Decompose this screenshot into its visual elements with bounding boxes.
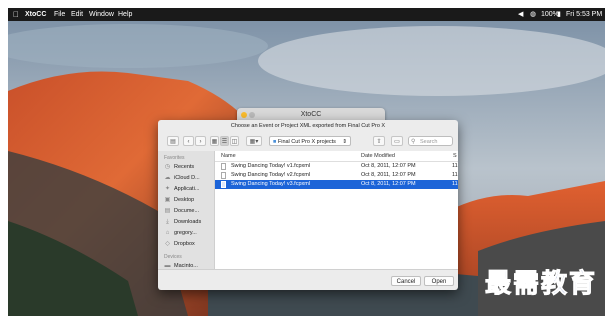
file-name: Swing Dancing Today! v3.fcpxml: [231, 181, 311, 187]
menu-file[interactable]: File: [54, 8, 65, 21]
open-button[interactable]: Open: [424, 276, 454, 286]
file-list: Name Date Modified S Swing Dancing Today…: [215, 151, 458, 269]
sidebar-item-label: Downloads: [174, 219, 202, 225]
search-placeholder: Search: [420, 139, 438, 145]
sidebar-item-documents[interactable]: ▤ Docume...: [158, 206, 214, 217]
menu-window[interactable]: Window: [89, 8, 114, 21]
sidebar-devices-header: Devices: [164, 254, 182, 260]
tag-icon[interactable]: ▭: [391, 136, 403, 146]
open-file-dialog: Choose an Event or Project XML exported …: [158, 120, 458, 290]
home-icon: ⌂: [165, 230, 170, 236]
applications-icon: ✦: [164, 186, 171, 192]
file-name: Swing Dancing Today! v2.fcpxml: [231, 172, 311, 178]
sidebar-item-label: gregory...: [174, 230, 197, 236]
clock-icon: ◷: [164, 164, 171, 170]
column-header-name[interactable]: Name: [221, 151, 236, 161]
file-date: Oct 8, 2011, 12:07 PM: [361, 172, 416, 178]
menu-bar:  XtoCC File Edit Window Help ◀ ◍ 100% ▮…: [8, 8, 605, 21]
group-menu-icon[interactable]: ▦▾: [246, 136, 262, 146]
sidebar-item-home[interactable]: ⌂ gregory...: [158, 228, 214, 239]
file-date: Oct 8, 2011, 12:07 PM: [361, 163, 416, 169]
sidebar-item-label: Recents: [174, 164, 195, 170]
wifi-icon[interactable]: ◍: [530, 8, 536, 21]
back-arrow-icon[interactable]: ‹: [183, 136, 194, 146]
dialog-toolbar: ▤ ‹ › ▦ ☰ ◫ ▦▾ ■ Final Cut Pro X project…: [158, 134, 458, 149]
battery-icon[interactable]: ▮: [557, 8, 561, 21]
file-size: 11: [452, 163, 458, 169]
file-size: 11: [452, 181, 458, 187]
sidebar-item-downloads[interactable]: ⤓ Downloads: [158, 217, 214, 228]
downloads-icon: ⤓: [166, 219, 169, 225]
desktop:  XtoCC File Edit Window Help ◀ ◍ 100% ▮…: [8, 8, 605, 316]
file-row-selected[interactable]: Swing Dancing Today! v3.fcpxml Oct 8, 20…: [215, 180, 458, 189]
chevron-updown-icon: ⇕: [342, 139, 347, 145]
desktop-icon: ▣: [164, 197, 171, 203]
sidebar-item-label: Docume...: [174, 208, 200, 214]
sidebar-item-recents[interactable]: ◷ Recents: [158, 162, 214, 173]
file-date: Oct 8, 2011, 12:07 PM: [361, 181, 416, 187]
dialog-message: Choose an Event or Project XML exported …: [230, 123, 386, 129]
column-header-size[interactable]: S: [453, 151, 457, 161]
cloud-icon: ☁: [164, 175, 171, 181]
sidebar-item-desktop[interactable]: ▣ Desktop: [158, 195, 214, 206]
icon-view-icon[interactable]: ▦: [210, 136, 219, 146]
column-header-date[interactable]: Date Modified: [361, 151, 395, 161]
file-icon: [221, 181, 226, 188]
background-window-title: XtoCC: [300, 111, 322, 118]
file-size: 11: [452, 172, 458, 178]
sidebar-item-label: Dropbox: [174, 241, 195, 247]
sidebar-item-label: iCloud D...: [174, 175, 200, 181]
search-field[interactable]: ⚲ Search: [408, 136, 453, 146]
app-menu[interactable]: XtoCC: [25, 8, 46, 21]
sidebar-item-label: Applicati...: [174, 186, 200, 192]
dropbox-icon: ◇: [165, 241, 170, 247]
volume-icon[interactable]: ◀: [518, 8, 523, 21]
menu-help[interactable]: Help: [118, 8, 132, 21]
sidebar-item-dropbox[interactable]: ◇ Dropbox: [158, 239, 214, 250]
file-icon: [221, 172, 226, 179]
file-icon: [221, 163, 226, 170]
sidebar-favorites-header: Favorites: [164, 155, 185, 161]
dialog-footer: Cancel Open: [158, 269, 458, 290]
dialog-sidebar: Favorites ◷ Recents ☁ iCloud D... ✦ Applica…: [158, 151, 215, 269]
share-icon[interactable]: ⇧: [373, 136, 385, 146]
clock[interactable]: Fri 5:53 PM: [566, 8, 602, 21]
minimize-dot-icon[interactable]: [241, 112, 247, 118]
file-row[interactable]: Swing Dancing Today! v1.fcpxml Oct 8, 20…: [215, 162, 458, 171]
file-list-header: Name Date Modified S: [215, 151, 458, 162]
sidebar-item-icloud[interactable]: ☁ iCloud D...: [158, 173, 214, 184]
cancel-button[interactable]: Cancel: [391, 276, 421, 286]
sidebar-toggle-icon[interactable]: ▤: [167, 136, 179, 146]
list-view-icon[interactable]: ☰: [220, 136, 229, 146]
sidebar-item-label: Desktop: [174, 197, 195, 203]
forward-arrow-icon[interactable]: ›: [195, 136, 206, 146]
menu-edit[interactable]: Edit: [71, 8, 83, 21]
column-view-icon[interactable]: ◫: [230, 136, 239, 146]
watermark-logo: 最需教育: [484, 269, 597, 300]
folder-icon: ■: [273, 139, 277, 145]
apple-icon[interactable]: : [13, 8, 19, 21]
file-name: Swing Dancing Today! v1.fcpxml: [231, 163, 311, 169]
file-row[interactable]: Swing Dancing Today! v2.fcpxml Oct 8, 20…: [215, 171, 458, 180]
location-popup[interactable]: ■ Final Cut Pro X projects ⇕: [269, 136, 351, 146]
documents-icon: ▤: [164, 208, 171, 214]
sidebar-item-applications[interactable]: ✦ Applicati...: [158, 184, 214, 195]
location-label: Final Cut Pro X projects: [277, 139, 336, 145]
zoom-dot-icon[interactable]: [249, 112, 255, 118]
search-icon: ⚲: [411, 139, 416, 145]
